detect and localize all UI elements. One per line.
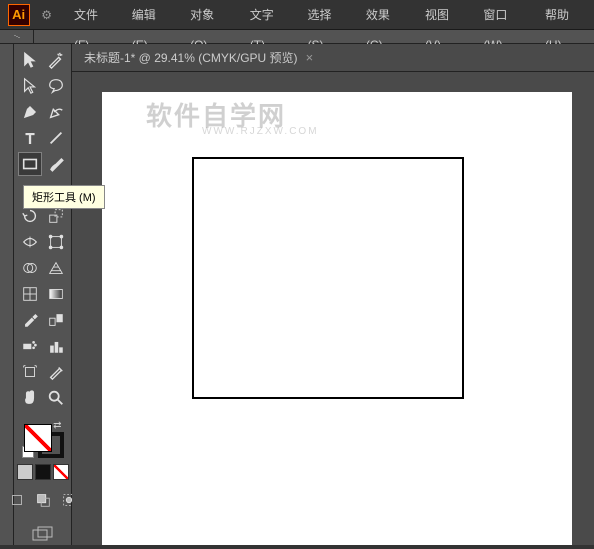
svg-text:T: T bbox=[25, 131, 34, 147]
menu-window[interactable]: 窗口(W) bbox=[473, 0, 535, 30]
shape-builder-tool[interactable] bbox=[18, 256, 42, 280]
zo- -tool[interactable] bbox=[44, 386, 68, 410]
titlebar: Ai ⚙ 文件(F) 编辑(E) 对象(O) 文字(T) 选择(S) 效果(C)… bbox=[0, 0, 594, 30]
menu-file[interactable]: 文件(F) bbox=[64, 0, 122, 30]
menu-edit[interactable]: 编辑(E) bbox=[122, 0, 180, 30]
screen-mode-button[interactable] bbox=[31, 526, 55, 549]
menu-type[interactable]: 文字(T) bbox=[240, 0, 298, 30]
panel-toggle[interactable] bbox=[0, 30, 34, 43]
column-graph-tool[interactable] bbox=[44, 334, 68, 358]
line-tool[interactable] bbox=[44, 126, 68, 150]
color-mode-gradient[interactable] bbox=[35, 464, 51, 480]
gear-icon[interactable]: ⚙ bbox=[41, 8, 52, 22]
close-icon[interactable]: × bbox=[306, 44, 314, 72]
menu-object[interactable]: 对象(O) bbox=[180, 0, 240, 30]
perspective-grid-tool[interactable] bbox=[44, 256, 68, 280]
gradient-tool[interactable] bbox=[44, 282, 68, 306]
main-area: T bbox=[0, 44, 594, 545]
fill-stroke-preview[interactable]: ⇄ bbox=[22, 420, 64, 458]
doc-tab[interactable]: 未标题-1* @ 29.41% (CMYK/GPU 预览) × bbox=[72, 44, 325, 72]
draw-mode-row bbox=[5, 488, 81, 512]
paintbrush-tool[interactable] bbox=[44, 152, 68, 176]
lasso-tool[interactable] bbox=[44, 74, 68, 98]
tooltip-rectangle: 矩形工具 (M) bbox=[23, 185, 105, 209]
width-tool[interactable] bbox=[18, 230, 42, 254]
menu-select[interactable]: 选择(S) bbox=[298, 0, 356, 30]
hand-tool[interactable] bbox=[18, 386, 42, 410]
menu-help[interactable]: 帮助(H) bbox=[535, 0, 594, 30]
app-logo-text: Ai bbox=[8, 4, 30, 26]
draw-normal-icon[interactable] bbox=[5, 488, 29, 512]
free-transform-tool[interactable] bbox=[44, 230, 68, 254]
menubar: 文件(F) 编辑(E) 对象(O) 文字(T) 选择(S) 效果(C) 视图(V… bbox=[64, 0, 594, 30]
color-mode-row bbox=[17, 464, 69, 480]
artboard[interactable]: 软件自学网 WWW.RJZXW.COM bbox=[102, 92, 572, 545]
color-section: ⇄ bbox=[5, 420, 81, 549]
rectangle-artwork[interactable] bbox=[192, 157, 464, 399]
canvas-area[interactable]: 软件自学网 WWW.RJZXW.COM bbox=[72, 72, 594, 545]
rectangle-tool[interactable] bbox=[18, 152, 42, 176]
app-logo: Ai bbox=[4, 0, 33, 30]
mesh-tool[interactable] bbox=[18, 282, 42, 306]
menu-effect[interactable]: 效果(C) bbox=[356, 0, 415, 30]
doc-tab-bar: 未标题-1* @ 29.41% (CMYK/GPU 预览) × bbox=[72, 44, 594, 72]
selection-tool[interactable] bbox=[18, 48, 42, 72]
eyedropper-tool[interactable] bbox=[18, 308, 42, 332]
pen-tool[interactable] bbox=[18, 100, 42, 124]
type-tool[interactable]: T bbox=[18, 126, 42, 150]
watermark-sub: WWW.RJZXW.COM bbox=[202, 126, 319, 137]
fill-color-box[interactable] bbox=[24, 424, 52, 452]
direct-selection-tool[interactable] bbox=[18, 74, 42, 98]
artboard-tool[interactable] bbox=[18, 360, 42, 384]
swap-fill-stroke-icon[interactable]: ⇄ bbox=[53, 420, 61, 431]
toolbar: T bbox=[14, 44, 72, 545]
blend-tool[interactable] bbox=[44, 308, 68, 332]
color-mode-color[interactable] bbox=[17, 464, 33, 480]
menu-view[interactable]: 视图(V) bbox=[415, 0, 473, 30]
color-mode-none[interactable] bbox=[53, 464, 69, 480]
draw-behind-icon[interactable] bbox=[31, 488, 55, 512]
doc-tab-label: 未标题-1* @ 29.41% (CMYK/GPU 预览) bbox=[84, 44, 298, 72]
slice-tool[interactable] bbox=[44, 360, 68, 384]
workspace: 未标题-1* @ 29.41% (CMYK/GPU 预览) × 软件自学网 WW… bbox=[72, 44, 594, 545]
curvature-tool[interactable] bbox=[44, 100, 68, 124]
watermark-text: 软件自学网 bbox=[146, 96, 286, 133]
symbol-sprayer-tool[interactable] bbox=[18, 334, 42, 358]
magic-wand-tool[interactable] bbox=[44, 48, 68, 72]
